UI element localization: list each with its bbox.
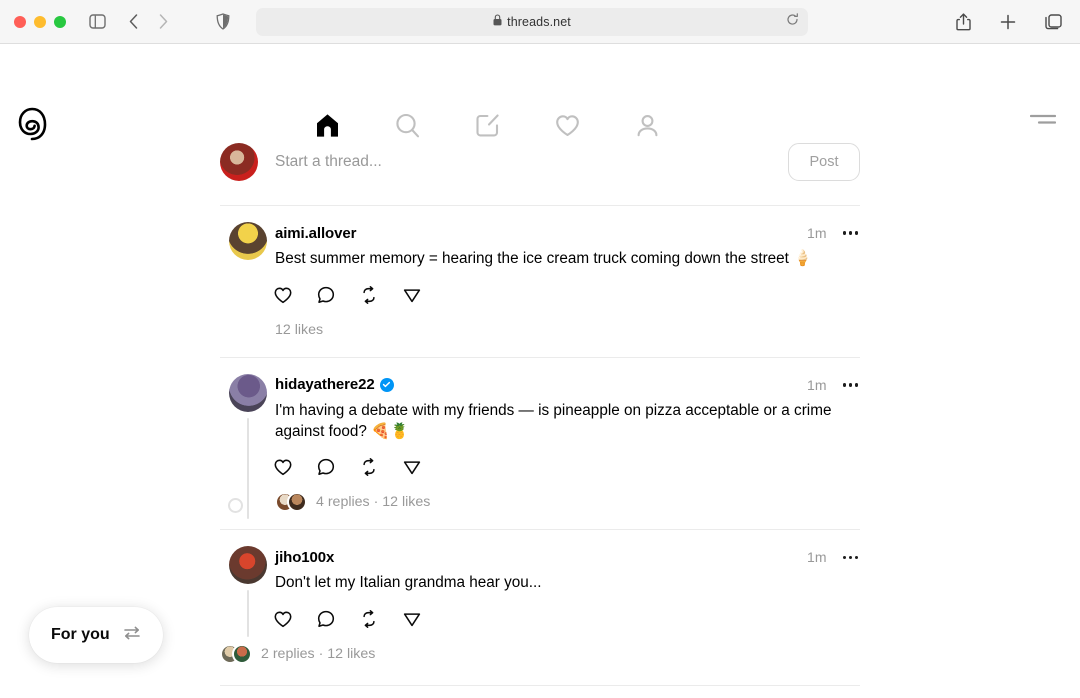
reload-icon[interactable] bbox=[786, 12, 799, 31]
thread-connector-line bbox=[246, 590, 249, 638]
back-button[interactable] bbox=[120, 9, 146, 35]
threads-logo[interactable] bbox=[14, 106, 50, 147]
reply-avatars bbox=[275, 492, 307, 513]
avatar[interactable] bbox=[228, 373, 267, 412]
lock-icon bbox=[493, 13, 502, 31]
hamburger-menu-icon[interactable] bbox=[1029, 112, 1057, 131]
verified-badge-icon bbox=[379, 377, 394, 392]
share-icon[interactable] bbox=[398, 281, 426, 309]
post-text: I'm having a debate with my friends — is… bbox=[275, 401, 832, 440]
post-actions bbox=[269, 605, 860, 633]
swap-arrows-icon bbox=[123, 625, 141, 646]
share-icon[interactable] bbox=[398, 605, 426, 633]
post-button[interactable]: Post bbox=[788, 142, 860, 181]
new-tab-icon[interactable] bbox=[995, 9, 1021, 35]
navigation-arrows[interactable] bbox=[120, 9, 176, 35]
window-controls[interactable] bbox=[14, 15, 66, 28]
thread-connector-loop bbox=[228, 498, 243, 514]
repost-icon[interactable] bbox=[355, 281, 383, 309]
post-avatar-column bbox=[220, 373, 275, 520]
post-item: jiho100x 1m Don't let my Italian grandma… bbox=[220, 530, 860, 687]
thread-composer[interactable]: Start a thread... Post bbox=[220, 120, 860, 206]
browser-actions bbox=[950, 9, 1066, 35]
composer-placeholder[interactable]: Start a thread... bbox=[275, 153, 788, 171]
post-username[interactable]: hidayathere22 bbox=[275, 376, 375, 393]
post-timestamp: 1m bbox=[807, 225, 827, 241]
tab-overview-icon[interactable] bbox=[1040, 9, 1066, 35]
minimize-window-button[interactable] bbox=[34, 15, 46, 28]
avatar[interactable] bbox=[228, 222, 267, 260]
post-meta[interactable]: 4 replies · 12 likes bbox=[275, 491, 860, 513]
thread-connector-line bbox=[246, 417, 249, 520]
forward-button[interactable] bbox=[150, 9, 176, 35]
post-more-options-icon[interactable] bbox=[841, 379, 861, 391]
post-text: Don't let my Italian grandma hear you... bbox=[275, 574, 542, 592]
post-replies-likes: 4 replies · 12 likes bbox=[316, 494, 431, 511]
url-text: threads.net bbox=[507, 14, 571, 29]
post-meta[interactable]: 2 replies · 12 likes bbox=[220, 643, 860, 665]
avatar bbox=[287, 492, 307, 513]
share-icon[interactable] bbox=[950, 9, 976, 35]
close-window-button[interactable] bbox=[14, 15, 26, 28]
post-actions bbox=[269, 281, 860, 309]
sidebar-toggle-icon[interactable] bbox=[84, 9, 110, 35]
post-header: aimi.allover 1m bbox=[275, 222, 860, 244]
privacy-shield-icon[interactable] bbox=[210, 9, 236, 35]
post-actions bbox=[269, 453, 860, 481]
post-more-options-icon[interactable] bbox=[841, 552, 861, 564]
share-icon[interactable] bbox=[398, 453, 426, 481]
comment-icon[interactable] bbox=[312, 281, 340, 309]
post-likes-count: 12 likes bbox=[275, 321, 324, 338]
address-bar[interactable]: threads.net bbox=[256, 7, 808, 36]
post-replies-likes: 2 replies · 12 likes bbox=[261, 646, 376, 663]
avatar[interactable] bbox=[228, 546, 267, 585]
post-content: jiho100x 1m Don't let my Italian grandma… bbox=[220, 546, 860, 671]
avatar[interactable] bbox=[220, 142, 258, 181]
post-content: hidayathere22 1m I'm having a debate wit… bbox=[274, 374, 860, 520]
post-avatar-column bbox=[220, 546, 275, 671]
browser-toolbar: threads.net bbox=[0, 0, 1080, 44]
repost-icon[interactable] bbox=[355, 453, 383, 481]
post-header: hidayathere22 1m bbox=[275, 374, 860, 396]
post-header: jiho100x 1m bbox=[275, 546, 860, 568]
feed-switcher-label: For you bbox=[51, 626, 110, 643]
post-timestamp: 1m bbox=[807, 549, 827, 566]
comment-icon[interactable] bbox=[312, 605, 340, 633]
repost-icon[interactable] bbox=[355, 605, 383, 633]
app-header bbox=[0, 44, 1080, 141]
post-content: aimi.allover 1m Best summer memory = hea… bbox=[274, 222, 860, 347]
feed-switcher-button[interactable]: For you bbox=[29, 607, 163, 663]
post-username[interactable]: jiho100x bbox=[275, 549, 334, 566]
feed: Start a thread... Post aimi.allover 1m B… bbox=[220, 120, 860, 687]
post-item: aimi.allover 1m Best summer memory = hea… bbox=[220, 206, 860, 358]
post-avatar-column bbox=[220, 222, 275, 347]
post-username[interactable]: aimi.allover bbox=[275, 225, 356, 242]
browser-window: threads.net Start a thread... Post aimi.… bbox=[0, 0, 1080, 698]
post-meta[interactable]: 12 likes bbox=[275, 319, 860, 341]
maximize-window-button[interactable] bbox=[54, 15, 66, 28]
post-text: Best summer memory = hearing the ice cre… bbox=[275, 250, 813, 267]
comment-icon[interactable] bbox=[312, 453, 340, 481]
post-timestamp: 1m bbox=[807, 376, 827, 393]
post-more-options-icon[interactable] bbox=[841, 227, 861, 239]
post-item: hidayathere22 1m I'm having a debate wit… bbox=[220, 358, 860, 531]
